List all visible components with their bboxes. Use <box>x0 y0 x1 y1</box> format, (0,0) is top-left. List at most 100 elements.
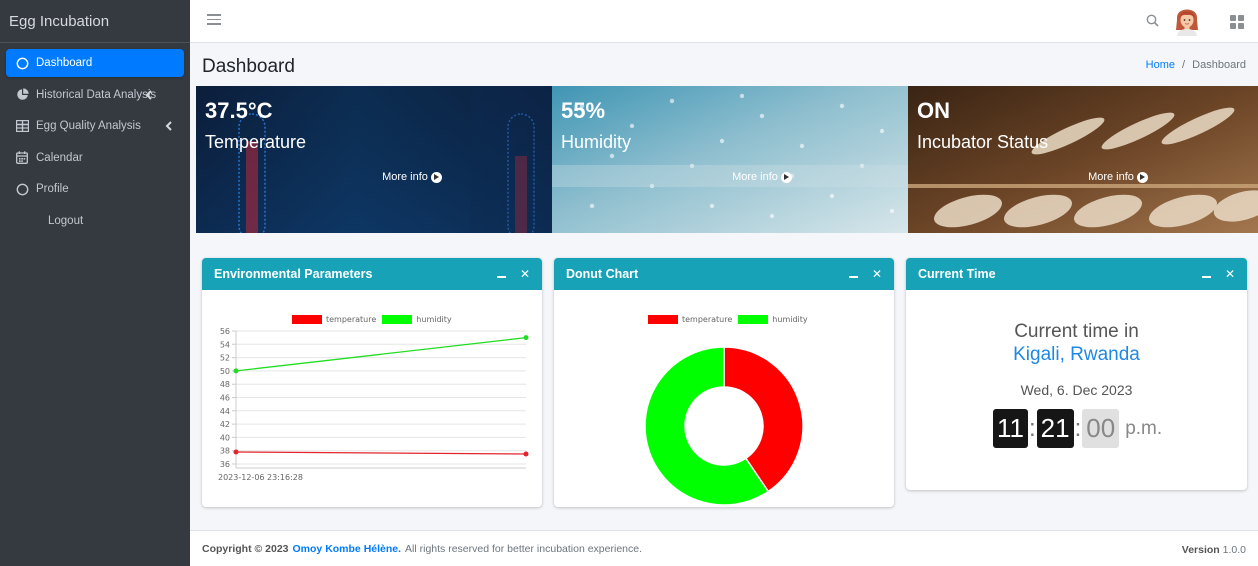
card-tools: ✕ <box>848 267 882 281</box>
humidity-label: Humidity <box>561 132 632 152</box>
breadcrumb-home-link[interactable]: Home <box>1146 59 1175 71</box>
version-label: Version <box>1181 544 1220 556</box>
environmental-parameters-card: Environmental Parameters ✕ temperature h… <box>202 258 542 507</box>
series-line <box>235 451 527 455</box>
arrow-circle-right-icon <box>430 171 442 183</box>
footer-author-link[interactable]: Omoy Kombe Hélène. <box>293 543 402 555</box>
footer-version: Version 1.0.0 <box>1182 544 1246 556</box>
close-button[interactable]: ✕ <box>872 267 882 281</box>
sidebar-item-profile[interactable]: Profile <box>6 175 184 203</box>
temperature-label: Temperature <box>205 132 307 152</box>
sidebar-item-label: Profile <box>36 183 69 195</box>
sidebar-item-label: Logout <box>48 214 84 227</box>
data-point <box>523 451 529 457</box>
clock-separator: : <box>1029 414 1036 442</box>
incubator-background-image <box>908 86 1258 233</box>
collapse-button[interactable] <box>496 276 506 278</box>
breadcrumb: Home / Dashboard <box>1146 59 1246 71</box>
clock-minutes: 21 <box>1036 409 1074 448</box>
y-tick-label: 38 <box>220 447 230 456</box>
sidebar-item-label: Egg Quality Analysis <box>36 120 141 132</box>
collapse-button[interactable] <box>1201 276 1211 278</box>
y-tick-label: 54 <box>220 340 230 349</box>
y-tick-label: 44 <box>220 407 230 416</box>
clock-separator: : <box>1074 414 1082 442</box>
card-tools: ✕ <box>1201 267 1235 281</box>
top-navbar <box>190 0 1258 43</box>
breadcrumb-separator: / <box>1182 59 1186 71</box>
page-title: Dashboard <box>202 56 295 77</box>
clock-seconds: 00 <box>1082 409 1120 448</box>
apps-grid-icon[interactable] <box>1230 15 1244 29</box>
humidity-tile: 55% Humidity More info <box>552 86 908 233</box>
sidebar-item-label: Historical Data Analysis <box>36 88 157 101</box>
humidity-value: 55% <box>561 98 606 123</box>
temperature-value: 37.5°C <box>205 98 273 123</box>
card-tools: ✕ <box>496 267 530 281</box>
y-tick-label: 36 <box>220 460 230 469</box>
table-icon <box>15 119 29 133</box>
temperature-tile: 37.5°C Temperature More info <box>196 86 552 233</box>
sidebar-item-historical-data-analysis[interactable]: Historical Data Analysis <box>6 81 184 109</box>
x-tick-label: 2023-12-06 23:16:28 <box>218 473 303 482</box>
card-title: Current Time <box>918 267 996 281</box>
incubator-status-tile: ON Incubator Status More info <box>908 86 1258 233</box>
clock-city-link[interactable]: Kigali, Rwanda <box>906 344 1247 366</box>
more-info-label: More info <box>382 171 428 183</box>
y-tick-label: 52 <box>220 354 230 363</box>
clock-heading: Current time in <box>1014 321 1139 342</box>
y-tick-label: 46 <box>220 394 230 403</box>
search-icon[interactable] <box>1145 13 1161 29</box>
sidebar-item-label: Dashboard <box>36 57 93 69</box>
collapse-button[interactable] <box>848 276 858 278</box>
more-info-label: More info <box>732 171 778 183</box>
calendar-icon <box>15 151 29 165</box>
incubator-more-info-link[interactable]: More info <box>908 167 1258 187</box>
incubator-status-value: ON <box>917 98 950 123</box>
y-tick-label: 48 <box>220 380 230 389</box>
more-info-label: More info <box>1088 171 1134 183</box>
footer-rights: All rights reserved for better incubatio… <box>405 542 643 555</box>
version-number: 1.0.0 <box>1222 544 1246 556</box>
card-header: Environmental Parameters ✕ <box>202 258 542 290</box>
footer-copyright: Copyright © 2023 <box>202 542 289 555</box>
sidebar-nav: Dashboard Historical Data Analysis Egg Q… <box>0 43 190 244</box>
sidebar-item-dashboard[interactable]: Dashboard <box>6 49 184 77</box>
y-tick-label: 56 <box>220 327 230 336</box>
current-time-card: Current Time ✕ Current time in Kigali, R… <box>906 258 1247 490</box>
card-title: Donut Chart <box>566 267 639 281</box>
incubator-status-label: Incubator Status <box>917 132 1049 152</box>
donut-chart <box>644 346 804 506</box>
footer: Copyright © 2023 Omoy Kombe Hélène. All … <box>190 530 1258 566</box>
data-point <box>233 368 239 374</box>
circle-icon <box>15 56 29 70</box>
chart-pie-icon <box>15 88 29 102</box>
temperature-more-info-link[interactable]: More info <box>196 167 552 187</box>
data-point <box>233 449 239 455</box>
clock-digits: 11 : 21 : 00 p.m. <box>993 409 1162 448</box>
clock-date: Wed, 6. Dec 2023 <box>1020 382 1133 398</box>
arrow-circle-right-icon <box>1136 171 1148 183</box>
close-button[interactable]: ✕ <box>520 267 530 281</box>
user-avatar[interactable] <box>1174 8 1200 36</box>
clock-hours: 11 <box>993 409 1028 448</box>
menu-toggle-icon[interactable] <box>207 14 221 26</box>
card-title: Environmental Parameters <box>214 267 373 281</box>
sidebar-item-logout[interactable]: Logout <box>6 207 184 235</box>
chevron-left-icon <box>145 89 152 100</box>
line-chart: 56 54 52 50 48 46 44 42 40 38 36 2023-12-06 23:16:2… <box>218 327 529 482</box>
sidebar-item-calendar[interactable]: Calendar <box>6 144 184 172</box>
sidebar-item-label: Calendar <box>36 151 83 164</box>
data-point <box>523 335 529 341</box>
close-button[interactable]: ✕ <box>1225 267 1235 281</box>
chevron-left-icon <box>165 121 172 131</box>
arrow-circle-right-icon <box>780 171 792 183</box>
card-header: Current Time ✕ <box>906 258 1247 290</box>
donut-chart-card: Donut Chart ✕ temperature humidity <box>554 258 894 507</box>
humidity-more-info-link[interactable]: More info <box>552 167 908 187</box>
sidebar-item-egg-quality-analysis[interactable]: Egg Quality Analysis <box>6 112 184 140</box>
circle-icon <box>15 182 29 196</box>
humidity-background-image <box>552 86 908 233</box>
sidebar: Egg Incubation Dashboard Historical Data… <box>0 0 190 566</box>
brand-title[interactable]: Egg Incubation <box>0 0 190 43</box>
